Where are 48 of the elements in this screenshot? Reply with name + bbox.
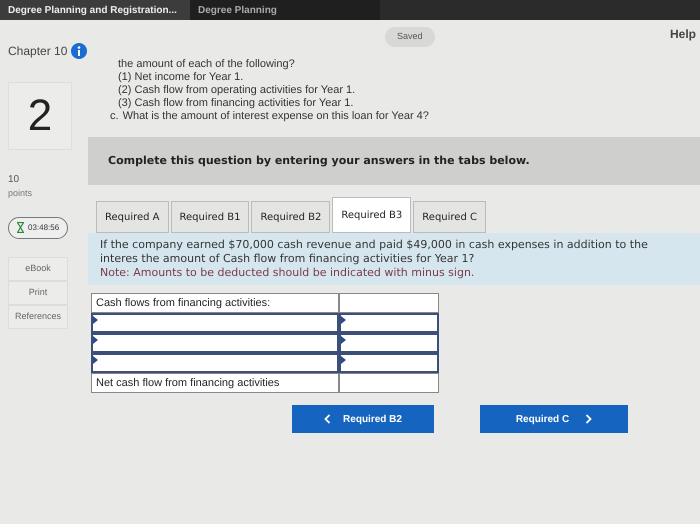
amount-field[interactable] [339,373,439,393]
table-cell: Cash flows from financing activities: [91,293,339,313]
question-number-card: 2 [8,82,72,150]
flag-icon [341,336,346,344]
instruction-banner: Complete this question by entering your answers in the tabs below. [88,137,700,185]
question-text: (1) Net income for Year 1. [117,71,244,84]
sidebar-link[interactable]: eBook [8,256,68,280]
answer-tab[interactable]: Required B3 [332,197,412,233]
amount-field[interactable] [339,333,439,353]
prompt-text: If the company earned $70,000 cash revenue and paid $49,000 in cash expenses in addition to the interes the amount of Cash flow from financing activities for Year 1? [100,238,649,266]
item-marker: c. [110,110,119,123]
help-link[interactable]: Help [670,25,696,43]
saved-status: Saved [385,27,435,47]
previous-button[interactable]: Required B2 [292,405,434,433]
amount-field[interactable] [339,293,439,313]
chapter-label: Chapter 10 [8,43,68,60]
table-cell: Net cash flow from financing activities [91,373,339,393]
answer-tab[interactable]: Required A [96,201,169,233]
browser-tab[interactable]: Degree Planning and Registration... [0,0,190,20]
browser-tab[interactable]: Degree Planning [190,0,380,20]
flag-icon [93,316,98,324]
sidebar-link[interactable]: Print [8,280,68,304]
next-button[interactable]: Required C [480,405,628,433]
hourglass-icon [17,222,24,233]
chevron-left-icon [324,414,332,424]
input-field[interactable] [91,333,339,353]
input-field[interactable] [91,353,339,373]
flag-icon [93,336,98,344]
question-text: (2) Cash flow from operating activities for Year 1. [117,84,356,97]
question-text: What is the amount of interest expense on this loan for Year 4? [122,110,429,123]
info-icon[interactable] [71,43,88,59]
amount-field[interactable] [339,313,439,333]
points-label: points [8,187,32,200]
points-value: 10 [8,173,20,187]
answer-tab[interactable]: Required B2 [251,201,330,233]
note-text: Note: Amounts to be deducted should be indicated with minus sign. [100,266,476,280]
timer: 03:48:56 [8,216,68,238]
question-text: (3) Cash flow from financing activities for Year 1. [117,97,354,110]
answer-tab[interactable]: Required B1 [170,201,250,233]
chevron-right-icon [585,414,592,424]
flag-icon [341,356,346,364]
input-field[interactable] [91,313,339,333]
flag-icon [341,316,346,324]
question-text: the amount of each of the following? [117,58,296,71]
answer-tab[interactable]: Required C [413,201,486,233]
amount-field[interactable] [339,353,439,373]
sidebar-link[interactable]: References [8,304,68,328]
flag-icon [93,356,98,364]
